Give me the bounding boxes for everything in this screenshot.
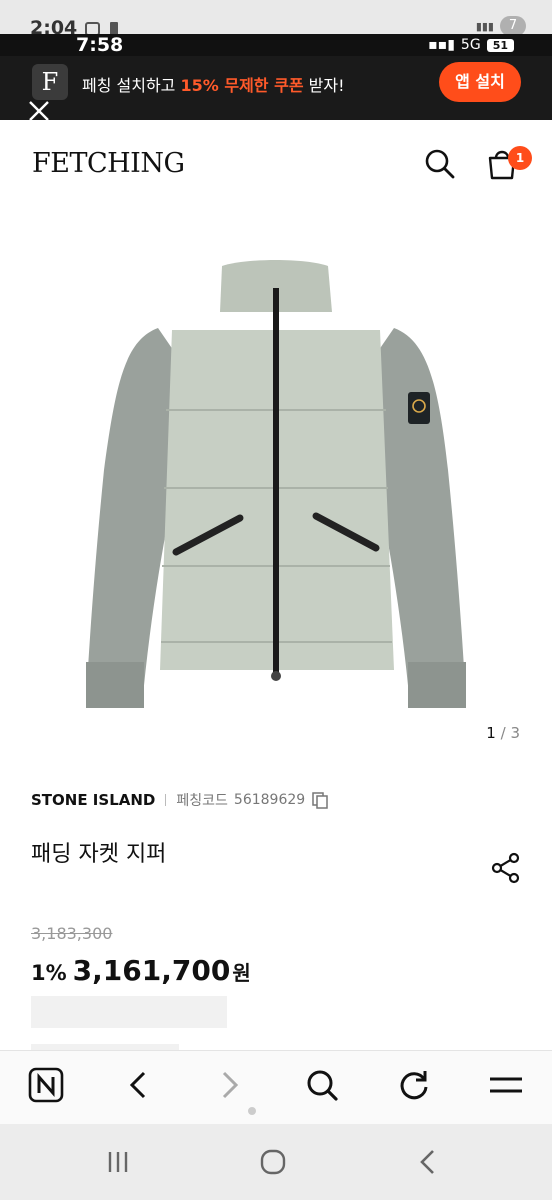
- promo-text-before: 페칭 설치하고: [82, 76, 181, 95]
- product-name: 패딩 자켓 지퍼: [31, 842, 167, 867]
- home-icon[interactable]: [257, 1146, 289, 1178]
- promo-text-after: 받자!: [303, 76, 345, 95]
- browser-toolbar: [0, 1050, 552, 1124]
- signal-icon: ▮▮▮: [475, 19, 494, 33]
- original-price: 3,183,300: [31, 924, 113, 943]
- inner-status-time: 7:58: [76, 34, 124, 56]
- image-counter-separator: /: [500, 724, 506, 742]
- fetching-code-label: 페칭코드: [176, 793, 228, 809]
- menu-icon[interactable]: [486, 1065, 526, 1105]
- product-image[interactable]: [76, 250, 476, 720]
- divider: [165, 794, 167, 806]
- inner-status-bar: 7:58 ▪▪▮ 5G 51: [0, 34, 552, 56]
- back-icon[interactable]: [412, 1146, 444, 1178]
- price-row: 1% 3,161,700 원: [31, 954, 251, 987]
- battery-indicator: 51: [486, 38, 514, 52]
- naver-icon[interactable]: [26, 1065, 66, 1105]
- system-navigation-bar: [0, 1124, 552, 1200]
- discount-rate: 1%: [31, 961, 67, 985]
- brand-name[interactable]: STONE ISLAND: [31, 791, 155, 809]
- promo-text: 페칭 설치하고 15% 무제한 쿠폰 받자!: [82, 72, 345, 96]
- brand-row: STONE ISLAND 페칭코드 56189629: [31, 790, 329, 810]
- network-label: 5G: [460, 37, 481, 53]
- back-icon[interactable]: [118, 1065, 158, 1105]
- forward-icon[interactable]: [210, 1065, 250, 1105]
- image-counter-total: 3: [510, 724, 520, 742]
- image-counter: 1 / 3: [486, 724, 520, 742]
- promo-highlight: 15% 무제한 쿠폰: [180, 76, 304, 95]
- fetching-logo[interactable]: FETCHING: [32, 148, 185, 179]
- recent-apps-icon[interactable]: [102, 1146, 134, 1178]
- cart-count-badge: 1: [508, 146, 532, 170]
- currency-unit: 원: [232, 961, 251, 985]
- outer-status-right: ▮▮▮ 7: [476, 16, 526, 36]
- search-icon[interactable]: [302, 1065, 342, 1105]
- outer-status-badge: 7: [500, 16, 526, 36]
- app-install-banner: F 페칭 설치하고 15% 무제한 쿠폰 받자! 앱 설치: [0, 56, 552, 122]
- cell-signal-icon: ▪▪▮: [428, 37, 455, 53]
- share-icon[interactable]: [490, 852, 522, 884]
- copy-icon[interactable]: [311, 791, 329, 809]
- page-indicator-dot: [248, 1107, 256, 1115]
- close-icon[interactable]: [28, 100, 50, 122]
- sale-price: 3,161,700: [72, 954, 231, 987]
- fetching-app-logo: F: [32, 64, 68, 100]
- install-app-button[interactable]: 앱 설치: [439, 62, 521, 102]
- site-header: FETCHING 1: [0, 120, 552, 206]
- search-icon[interactable]: [424, 148, 456, 180]
- inner-status-right: ▪▪▮ 5G 51: [428, 37, 514, 53]
- fetching-code: 56189629: [233, 792, 306, 808]
- loading-placeholder: [31, 996, 227, 1028]
- refresh-icon[interactable]: [394, 1065, 434, 1105]
- image-counter-current: 1: [486, 724, 496, 742]
